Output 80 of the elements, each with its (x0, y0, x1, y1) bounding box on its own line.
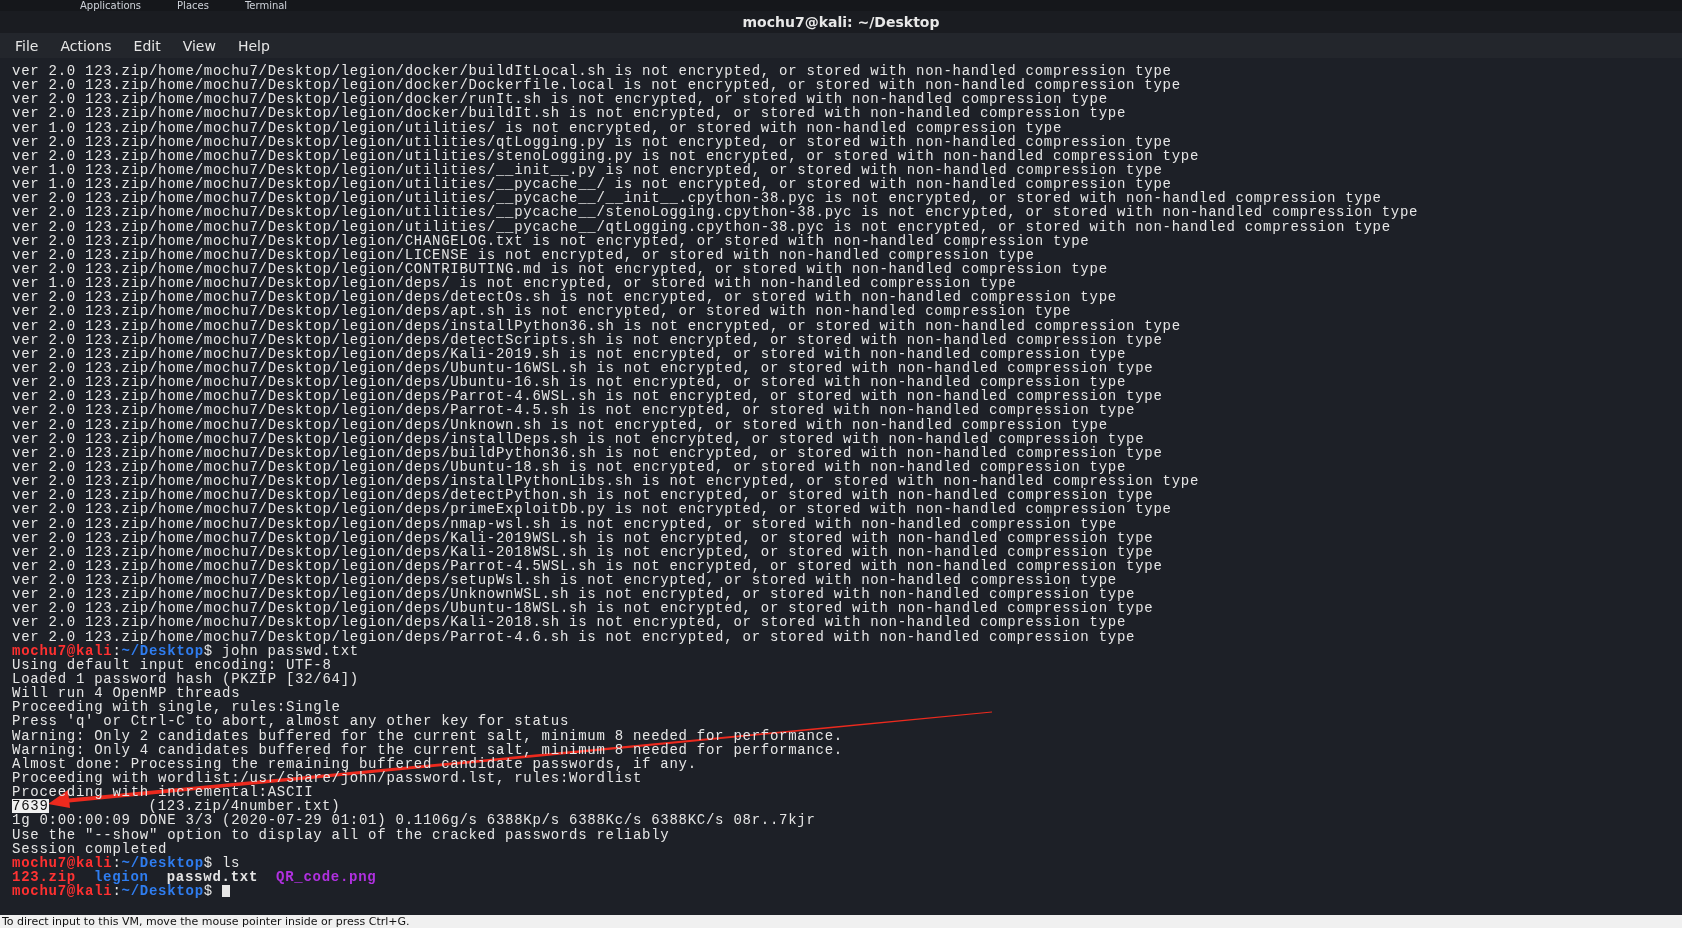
prompt-symbol: $ (203, 643, 213, 658)
prompt-user: mochu7@kali (12, 855, 113, 871)
menu-item[interactable]: View (182, 37, 216, 54)
terminal-line: ver 1.0 123.zip/home/mochu7/Desktop/legion/deps/ is not encrypted, or stored with non-handled compression type (12, 276, 1017, 291)
terminal-line: ver 2.0 123.zip/home/mochu7/Desktop/legion/deps/detectOs.sh is not encrypted, or stored with non-handled compression type (12, 290, 1117, 305)
terminal-line: ver 1.0 123.zip/home/mochu7/Desktop/legion/utilities/__init__.py is not encrypted, or stored with non-handled compression type (12, 163, 1163, 178)
terminal-line: ver 2.0 123.zip/home/mochu7/Desktop/legion/deps/UnknownWSL.sh is not encrypted, or stored with non-handled compression type (12, 587, 1136, 602)
window-title: mochu7@kali: ~/Desktop (742, 14, 940, 30)
terminal-line: ver 2.0 123.zip/home/mochu7/Desktop/legion/CHANGELOG.txt is not encrypted, or stored with non-handled compression type (12, 233, 1090, 248)
prompt-symbol: $ (203, 884, 213, 899)
terminal-line: ver 2.0 123.zip/home/mochu7/Desktop/legion/deps/installPythonLibs.sh is not encrypted, or stored with non-handled compression type (12, 474, 1200, 489)
terminal-line: ver 2.0 123.zip/home/mochu7/Desktop/legion/deps/Kali-2019WSL.sh is not encrypted, or stored with non-handled compression type (12, 530, 1154, 545)
command-text: john passwd.txt (221, 643, 359, 658)
terminal-line: ver 2.0 123.zip/home/mochu7/Desktop/legion/deps/Kali-2019.sh is not encrypted, or stored with non-handled compression type (12, 346, 1127, 361)
terminal-line: Use the "--show" option to display all of the cracked passwords reliably (12, 827, 670, 842)
prompt-user: mochu7@kali (12, 643, 113, 658)
panel-menu-item[interactable]: Applications (80, 1, 142, 11)
prompt-separator: : (112, 855, 122, 871)
terminal-line: ver 2.0 123.zip/home/mochu7/Desktop/legion/deps/buildPython36.sh is not encrypted, or stored with non-handled compression type (12, 445, 1163, 460)
terminal-line: Proceeding with single, rules:Single (12, 700, 341, 715)
prompt-symbol: $ (203, 855, 213, 871)
prompt-separator: : (112, 643, 122, 658)
terminal-line: Session completed (12, 841, 168, 856)
prompt-path: ~/Desktop (121, 884, 204, 899)
terminal-line: ver 2.0 123.zip/home/mochu7/Desktop/legion/deps/apt.sh is not encrypted, or stored with non-handled compression type (12, 304, 1072, 319)
terminal-line: ver 2.0 123.zip/home/mochu7/Desktop/legion/utilities/stenoLogging.py is not encrypted, or stored with non-handled compression type (12, 148, 1200, 163)
terminal-line: ver 2.0 123.zip/home/mochu7/Desktop/legion/deps/Parrot-4.6WSL.sh is not encrypted, or stored with non-handled compression type (12, 389, 1163, 404)
file-name: QR_code.png (276, 870, 377, 885)
panel-menu-item[interactable]: Terminal (244, 1, 288, 11)
terminal-line: ver 1.0 123.zip/home/mochu7/Desktop/legion/utilities/ is not encrypted, or stored with non-handled compression type (12, 120, 1063, 135)
terminal-line: ver 2.0 123.zip/home/mochu7/Desktop/legion/LICENSE is not encrypted, or stored with non-handled compression type (12, 247, 1035, 262)
terminal-line: ver 2.0 123.zip/home/mochu7/Desktop/legion/deps/Unknown.sh is not encrypted, or stored with non-handled compression type (12, 417, 1108, 432)
terminal-line: ver 2.0 123.zip/home/mochu7/Desktop/legion/CONTRIBUTING.md is not encrypted, or stored with non-handled compression type (12, 261, 1108, 277)
terminal-line: ver 2.0 123.zip/home/mochu7/Desktop/legion/utilities/__pycache__/qtLogging.cpython-38.pyc is not encrypted, or stored with non-handled compression type (12, 219, 1391, 234)
terminal-line: ver 2.0 123.zip/home/mochu7/Desktop/legion/deps/installDeps.sh is not encrypted, or stored with non-handled compression type (12, 431, 1145, 446)
menu-item[interactable]: Actions (60, 37, 112, 54)
terminal-line: (123.zip/4number.txt) (148, 799, 341, 814)
prompt-user: mochu7@kali (12, 884, 113, 899)
panel-menu-item[interactable]: Places (177, 1, 209, 11)
terminal-line: ver 2.0 123.zip/home/mochu7/Desktop/legion/docker/Dockerfile.local is not encrypted, or stored with non-handled compression type (12, 78, 1181, 93)
terminal-line: ver 2.0 123.zip/home/mochu7/Desktop/legion/docker/buildIt.sh is not encrypted, or stored with non-handled compression type (12, 106, 1127, 121)
terminal-line: ver 2.0 123.zip/home/mochu7/Desktop/legion/deps/Kali-2018.sh is not encrypted, or stored with non-handled compression type (12, 615, 1127, 630)
terminal-line: ver 2.0 123.zip/home/mochu7/Desktop/legion/utilities/__pycache__/__init__.cpython-38.pyc is not encrypted, or stored with non-handled compression type (12, 191, 1382, 206)
terminal-line: ver 2.0 123.zip/home/mochu7/Desktop/legion/deps/detectScripts.sh is not encrypted, or stored with non-handled compression type (12, 332, 1163, 347)
terminal-line: ver 2.0 123.zip/home/mochu7/Desktop/legion/deps/detectPython.sh is not encrypted, or stored with non-handled compression type (12, 488, 1154, 503)
file-name: passwd.txt (166, 870, 259, 885)
terminal-line: 1g 0:00:00:09 DONE 3/3 (2020-07-29 01:01) 0.1106g/s 6388Kp/s 6388Kc/s 6388KC/s 08r..7kjr (12, 813, 816, 828)
menu-item[interactable]: Edit (133, 37, 161, 54)
terminal-line: ver 2.0 123.zip/home/mochu7/Desktop/legion/deps/nmap-wsl.sh is not encrypted, or stored with non-handled compression type (12, 516, 1117, 531)
terminal-line: Loaded 1 password hash (PKZIP [32/64]) (12, 672, 359, 687)
prompt-separator: : (112, 884, 122, 899)
terminal-line: ver 2.0 123.zip/home/mochu7/Desktop/legion/utilities/qtLogging.py is not encrypted, or stored with non-handled compression type (12, 134, 1172, 149)
prompt-path: ~/Desktop (121, 643, 204, 658)
terminal-line: ver 2.0 123.zip/home/mochu7/Desktop/legion/deps/Ubuntu-16WSL.sh is not encrypted, or stored with non-handled compression type (12, 360, 1154, 376)
terminal-line: ver 2.0 123.zip/home/mochu7/Desktop/legion/deps/Ubuntu-18.sh is not encrypted, or stored with non-handled compression type (12, 459, 1127, 475)
terminal-line: Press 'q' or Ctrl-C to abort, almost any other key for status (12, 714, 569, 729)
terminal-line: ver 2.0 123.zip/home/mochu7/Desktop/legion/deps/installPython36.sh is not encrypted, or stored with non-handled compression type (12, 318, 1181, 333)
prompt-path: ~/Desktop (121, 855, 204, 871)
terminal-line: Will run 4 OpenMP threads (12, 686, 241, 701)
terminal-line: ver 2.0 123.zip/home/mochu7/Desktop/legion/docker/buildItLocal.sh is not encrypted, or stored with non-handled compression type (12, 64, 1172, 79)
terminal-line: ver 1.0 123.zip/home/mochu7/Desktop/legion/utilities/__pycache__/ is not encrypted, or stored with non-handled compression type (12, 177, 1172, 192)
terminal-line: ver 2.0 123.zip/home/mochu7/Desktop/legion/deps/primeExploitDb.py is not encrypted, or stored with non-handled compression type (12, 502, 1172, 517)
command-text: ls (221, 855, 241, 871)
terminal-line: ver 2.0 123.zip/home/mochu7/Desktop/legion/deps/Parrot-4.5WSL.sh is not encrypted, or stored with non-handled compression type (12, 558, 1163, 574)
menu-item[interactable]: Help (237, 37, 270, 54)
selected-password: 7639 (12, 799, 49, 814)
terminal-line: ver 2.0 123.zip/home/mochu7/Desktop/legion/deps/Kali-2018WSL.sh is not encrypted, or stored with non-handled compression type (12, 544, 1154, 559)
terminal-line: ver 2.0 123.zip/home/mochu7/Desktop/legion/deps/Parrot-4.5.sh is not encrypted, or stored with non-handled compression type (12, 403, 1136, 418)
terminal-line: ver 2.0 123.zip/home/mochu7/Desktop/legion/deps/setupWsl.sh is not encrypted, or stored with non-handled compression type (12, 573, 1117, 588)
menu-item[interactable]: File (15, 37, 39, 54)
terminal-line: Almost done: Processing the remaining buffered candidate passwords, if any. (12, 756, 697, 772)
terminal-line: Using default input encoding: UTF-8 (12, 657, 332, 673)
file-name: 123.zip (12, 870, 76, 885)
status-text: To direct input to this VM, move the mouse pointer inside or press Ctrl+G. (2, 916, 410, 927)
terminal-line: ver 2.0 123.zip/home/mochu7/Desktop/legion/utilities/__pycache__/stenoLogging.cpython-38.pyc is not encrypted, or stored with non-handled compression type (12, 205, 1419, 220)
terminal-line: ver 2.0 123.zip/home/mochu7/Desktop/legion/deps/Ubuntu-16.sh is not encrypted, or stored with non-handled compression type (12, 375, 1127, 390)
terminal-line: ver 2.0 123.zip/home/mochu7/Desktop/legion/deps/Parrot-4.6.sh is not encrypted, or stored with non-handled compression type (12, 629, 1136, 644)
terminal-line: ver 2.0 123.zip/home/mochu7/Desktop/legion/docker/runIt.sh is not encrypted, or stored with non-handled compression type (12, 92, 1108, 107)
file-name: legion (93, 870, 149, 885)
terminal-line: ver 2.0 123.zip/home/mochu7/Desktop/legion/deps/Ubuntu-18WSL.sh is not encrypted, or stored with non-handled compression type (12, 601, 1154, 616)
